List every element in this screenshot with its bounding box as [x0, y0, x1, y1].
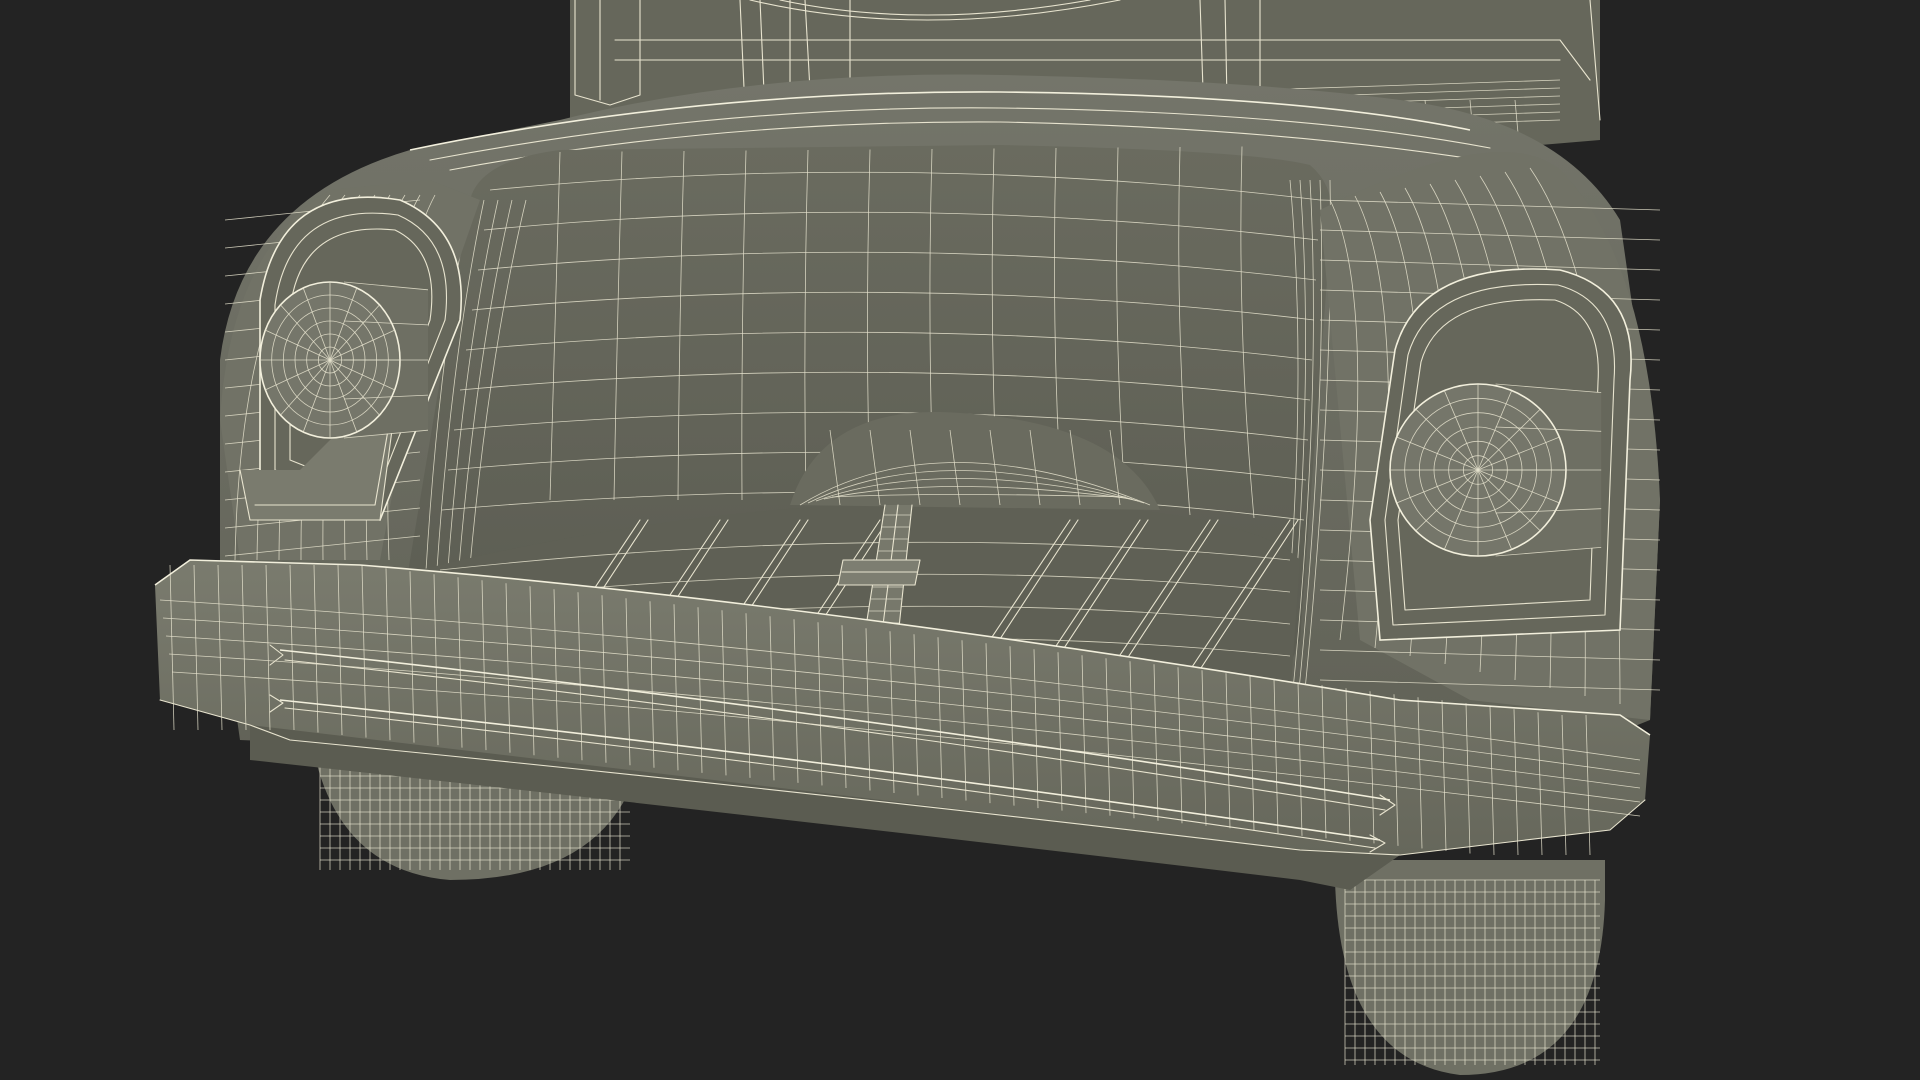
render-viewport	[0, 0, 1920, 1080]
wireframe-vehicle-model	[154, 0, 1661, 1075]
lamp-lens-right	[1389, 383, 1602, 557]
lamp-lens-left	[259, 281, 429, 439]
wheel-right	[1335, 860, 1605, 1075]
